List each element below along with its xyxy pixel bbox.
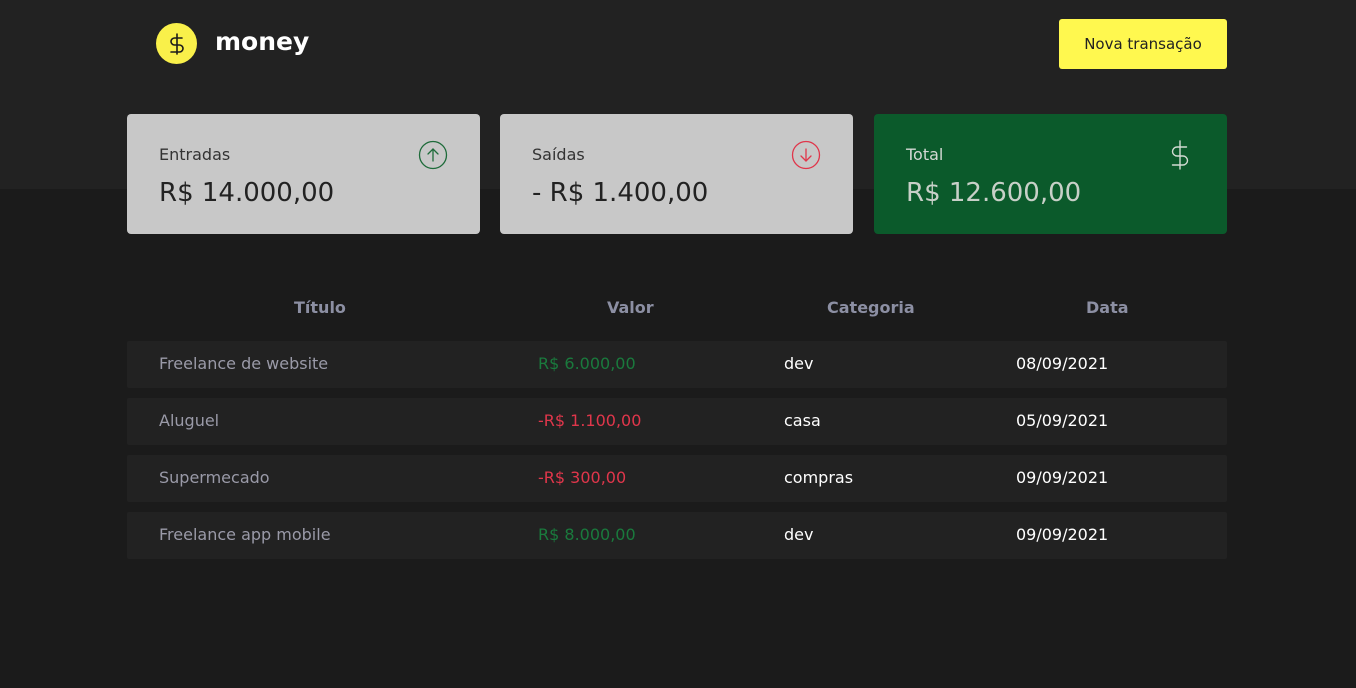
row-category: compras	[784, 468, 854, 487]
row-category: casa	[784, 411, 821, 430]
total-label: Total	[906, 145, 944, 164]
income-label: Entradas	[159, 145, 231, 164]
logo-dollar-icon	[156, 23, 197, 64]
table-header-category: Categoria	[827, 298, 915, 317]
income-card: Entradas R$ 14.000,00	[127, 114, 480, 234]
row-title: Freelance de website	[159, 354, 329, 373]
income-value: R$ 14.000,00	[159, 178, 335, 208]
total-value: R$ 12.600,00	[906, 178, 1082, 208]
outcome-card: Saídas - R$ 1.400,00	[500, 114, 853, 234]
dollar-icon	[1165, 140, 1195, 170]
row-value: R$ 8.000,00	[538, 525, 636, 544]
outcome-label: Saídas	[532, 145, 585, 164]
row-title: Supermecado	[159, 468, 270, 487]
row-value: -R$ 300,00	[538, 468, 627, 487]
row-date: 09/09/2021	[1016, 525, 1109, 544]
row-category: dev	[784, 354, 814, 373]
table-row: Supermecado -R$ 300,00 compras 09/09/202…	[127, 455, 1227, 502]
row-title: Aluguel	[159, 411, 220, 430]
row-date: 09/09/2021	[1016, 468, 1109, 487]
table-header-date: Data	[1086, 298, 1129, 317]
row-date: 05/09/2021	[1016, 411, 1109, 430]
table-header-value: Valor	[607, 298, 654, 317]
arrow-down-circle-icon	[791, 140, 821, 170]
logo-text: money	[215, 27, 310, 56]
row-title: Freelance app mobile	[159, 525, 331, 544]
row-category: dev	[784, 525, 814, 544]
new-transaction-button[interactable]: Nova transação	[1059, 19, 1227, 69]
table-row: Aluguel -R$ 1.100,00 casa 05/09/2021	[127, 398, 1227, 445]
row-value: R$ 6.000,00	[538, 354, 636, 373]
row-value: -R$ 1.100,00	[538, 411, 642, 430]
row-date: 08/09/2021	[1016, 354, 1109, 373]
outcome-value: - R$ 1.400,00	[532, 178, 709, 208]
table-header-title: Título	[294, 298, 346, 317]
arrow-up-circle-icon	[418, 140, 448, 170]
total-card: Total R$ 12.600,00	[874, 114, 1227, 234]
table-row: Freelance app mobile R$ 8.000,00 dev 09/…	[127, 512, 1227, 559]
table-row: Freelance de website R$ 6.000,00 dev 08/…	[127, 341, 1227, 388]
